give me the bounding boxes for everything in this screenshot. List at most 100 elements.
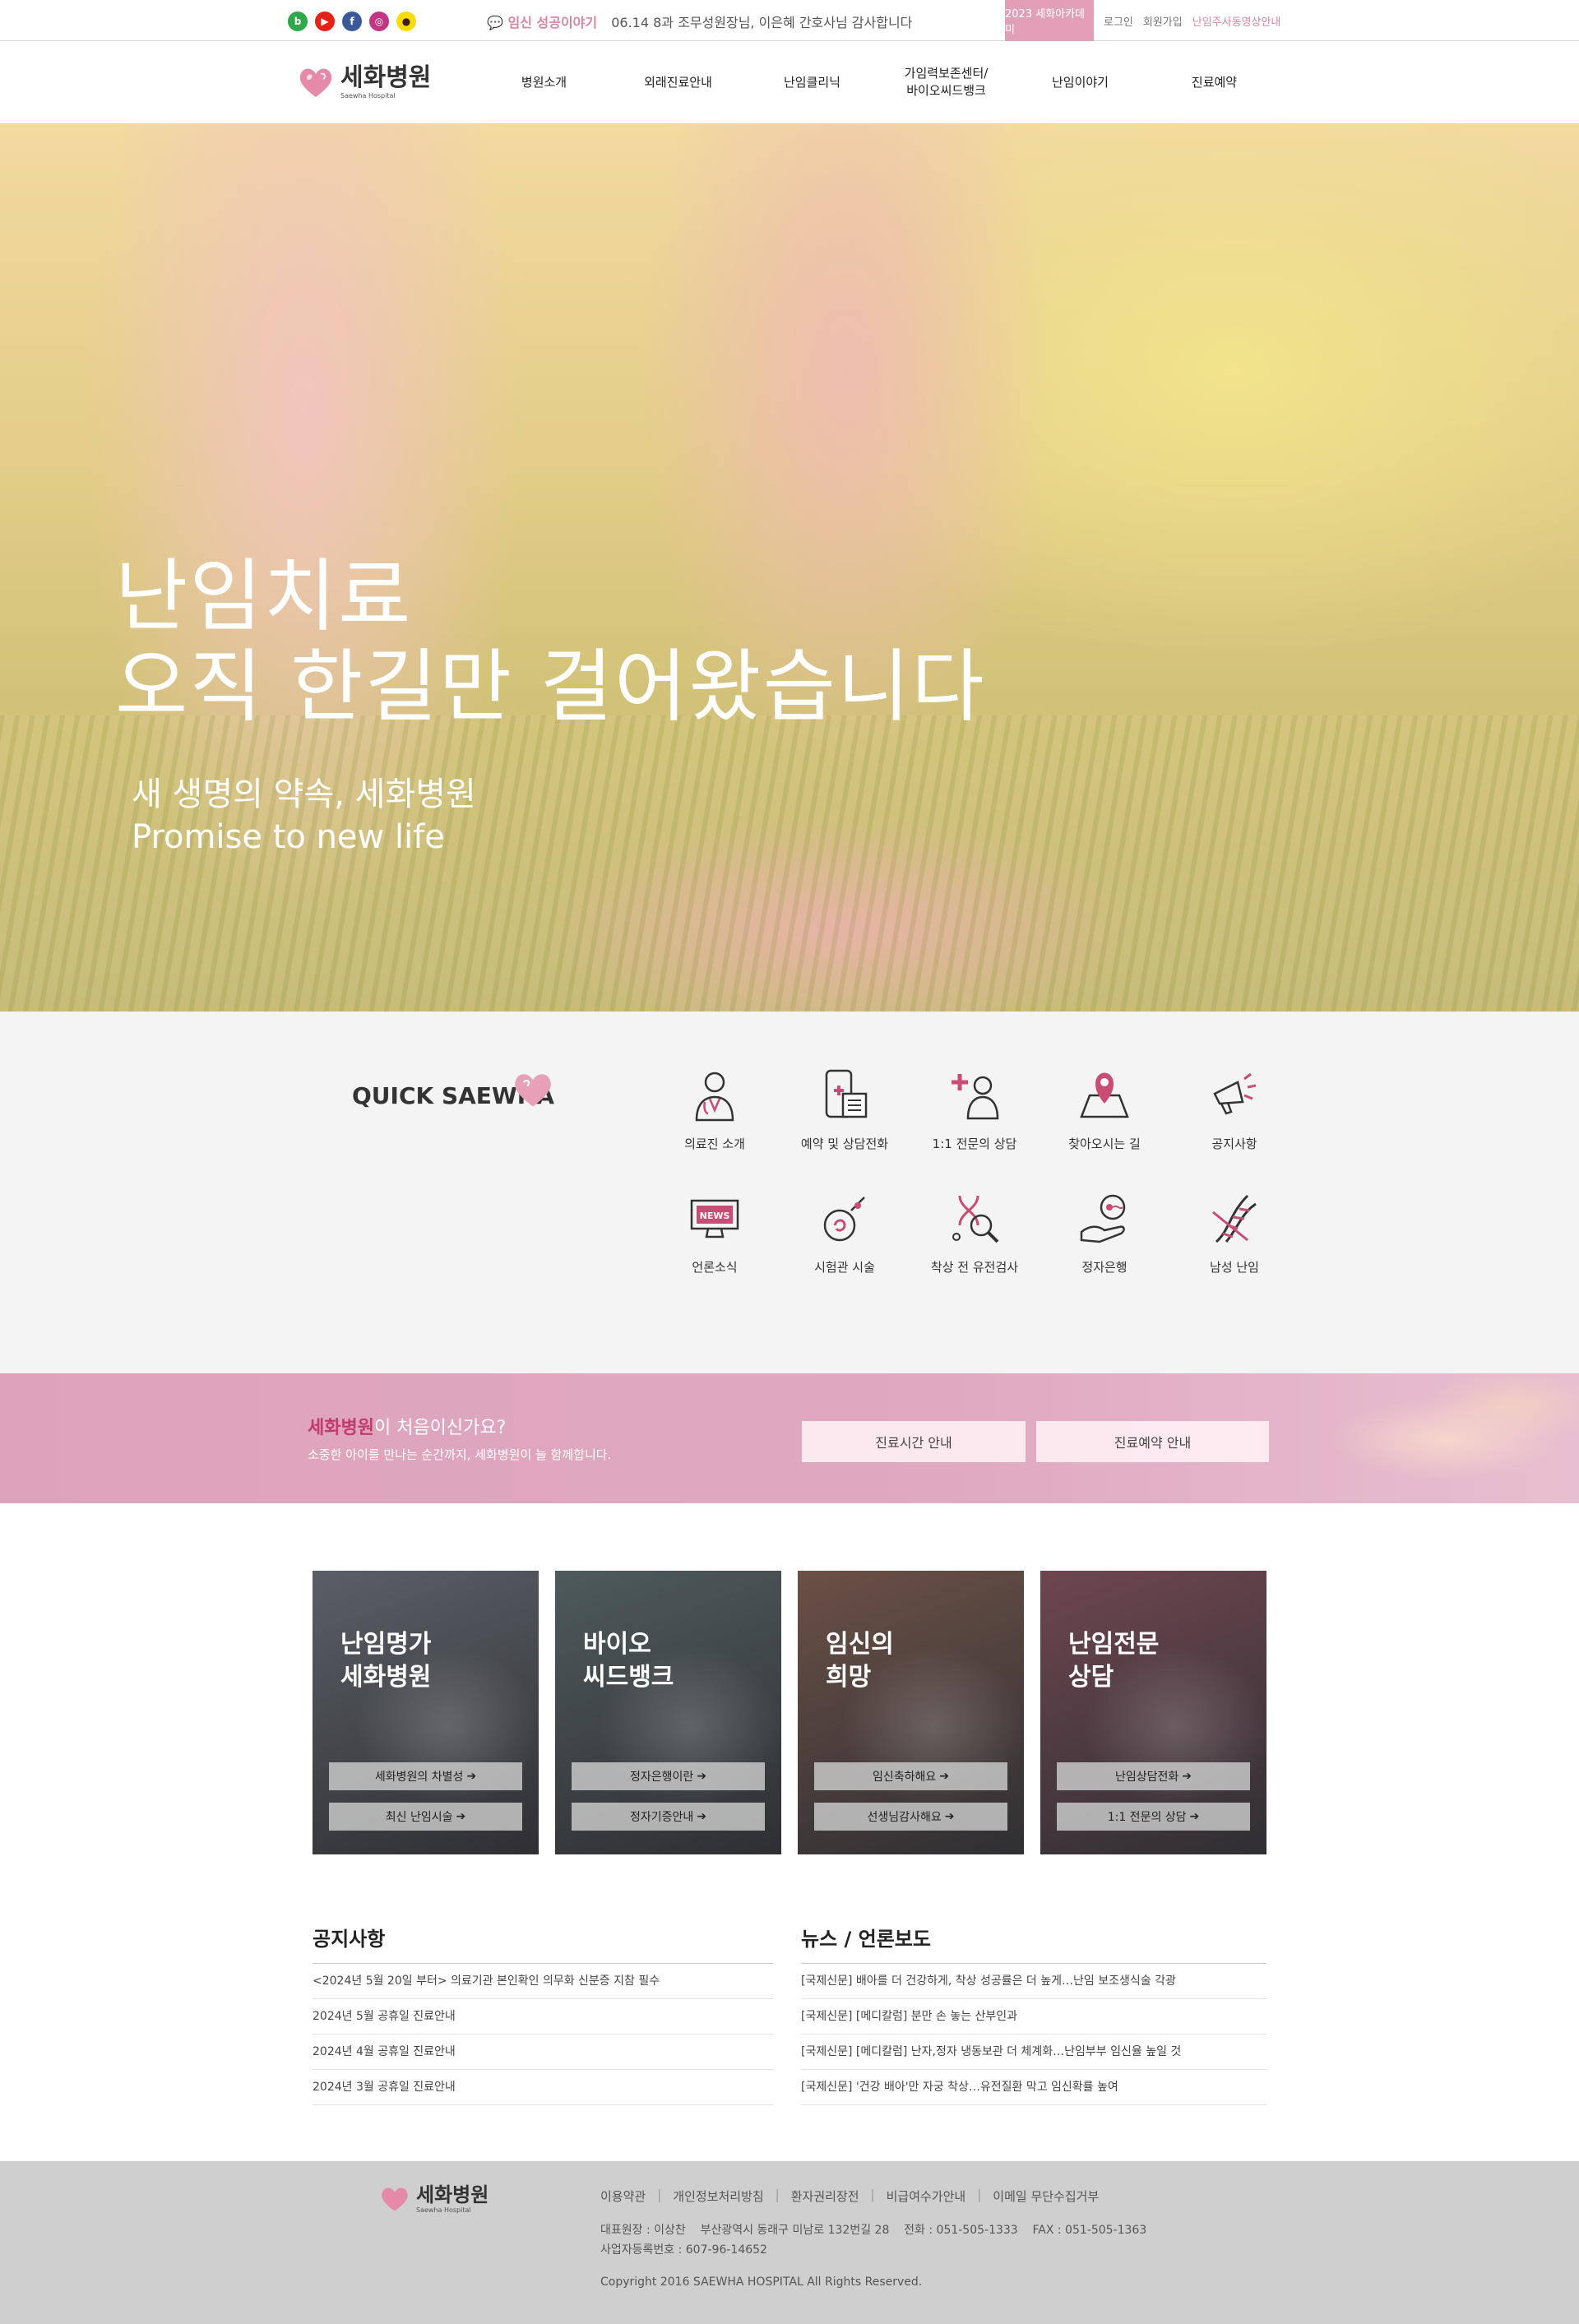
sns-links: b ▶ f ◎ ●	[288, 12, 416, 31]
feature-card-button-label: 선생님감사해요	[867, 1811, 942, 1824]
list-item[interactable]: [국제신문] [메디칼럼] 난자,정자 냉동보관 더 체계화…난임부부 임신율 …	[801, 2035, 1266, 2070]
youtube-icon[interactable]: ▶	[315, 12, 335, 31]
feature-card-title-2: 희망	[826, 1663, 872, 1692]
list-item[interactable]: <2024년 5월 20일 부터> 의료기관 본인확인 의무화 신분증 지참 필…	[313, 1964, 773, 1999]
arrow-right-icon: ➔	[456, 1810, 466, 1823]
feature-card-title-1: 난임명가	[340, 1630, 432, 1659]
academy-link[interactable]: 2023 세화아카데미	[1005, 0, 1094, 41]
feature-card-button[interactable]: 최신 난임시술 ➔	[329, 1803, 522, 1831]
feature-card-button[interactable]: 난임상담전화 ➔	[1057, 1762, 1250, 1790]
arrow-right-icon: ➔	[1182, 1770, 1192, 1783]
quick-item[interactable]: 찾아오시는 길	[1040, 1066, 1169, 1189]
main-nav: 세화병원 Saewha Hospital 병원소개 외래진료안내 난임클리닉 가…	[0, 41, 1579, 123]
footer-info-line-1: 대표원장 : 이상찬 부산광역시 동래구 미남로 132번길 28 전화 : 0…	[600, 2224, 1147, 2237]
quick-item[interactable]: NEWS 언론소식	[650, 1189, 780, 1312]
ticker-text[interactable]: 06.14 8과 조무성원장님, 이은혜 간호사님 감사합니다	[611, 15, 912, 30]
page: b ▶ f ◎ ● 💬 임신 성공이야기 06.14 8과 조무성원장님, 이은혜 간호…	[0, 0, 1579, 2324]
dna-icon	[1212, 1194, 1257, 1243]
feature-card[interactable]: 난임명가 세화병원 세화병원의 차별성 ➔ 최신 난임시술 ➔	[313, 1571, 539, 1854]
list-item[interactable]: [국제신문] '건강 배아'만 자궁 착상…유전질환 막고 임신확률 높여	[801, 2070, 1266, 2105]
menu-stories[interactable]: 난임이야기	[1013, 41, 1147, 123]
map-pin-icon	[1080, 1072, 1129, 1118]
footer-link[interactable]: 비급여수가안내	[887, 2187, 966, 2205]
menu-reservation[interactable]: 진료예약	[1147, 41, 1281, 123]
phone-calendar-icon	[825, 1069, 868, 1118]
quick-item[interactable]: 1:1 전문의 상담	[910, 1066, 1040, 1189]
quick-item[interactable]: 시험관 시술	[780, 1189, 910, 1312]
footer-link[interactable]: 개인정보처리방침	[673, 2187, 763, 2205]
clinic-hours-button[interactable]: 진료시간 안내	[802, 1421, 1026, 1462]
feature-card[interactable]: 난임전문 상담 난임상담전화 ➔ 1:1 전문의 상담 ➔	[1040, 1571, 1266, 1854]
ivf-icon	[823, 1197, 865, 1242]
feature-card[interactable]: 임신의 희망 임신축하해요 ➔ 선생님감사해요 ➔	[798, 1571, 1024, 1854]
quick-item[interactable]: 남성 난임	[1169, 1189, 1299, 1312]
quick-item[interactable]: 예약 및 상담전화	[780, 1066, 910, 1189]
quick-item[interactable]: 정자은행	[1040, 1189, 1169, 1312]
logo-text: 세화병원 Saewha Hospital	[340, 65, 431, 100]
list-item[interactable]: [국제신문] [메디칼럼] 분만 손 놓는 산부인과	[801, 1999, 1266, 2035]
quick-item-label: 찾아오시는 길	[1068, 1137, 1141, 1151]
footer-logo-korean: 세화병원	[416, 2183, 489, 2206]
feature-card-button[interactable]: 정자기증안내 ➔	[572, 1803, 765, 1831]
feature-card-title-2: 상담	[1068, 1663, 1114, 1692]
quick-item-label: 정자은행	[1081, 1260, 1128, 1275]
login-link[interactable]: 로그인	[1104, 13, 1133, 29]
heart-logo-icon	[299, 68, 332, 97]
success-story-ticker[interactable]: 💬 임신 성공이야기 06.14 8과 조무성원장님, 이은혜 간호사님 감사합…	[487, 12, 912, 31]
hero-sub-english: Promise to new life	[132, 818, 445, 856]
injection-video-link[interactable]: 난임주사동영상안내	[1192, 13, 1281, 29]
separator: |	[977, 2187, 982, 2202]
hero-headline: 난임치료 오직 한길만 걸어왔습니다	[115, 551, 986, 732]
feature-card-button[interactable]: 선생님감사해요 ➔	[814, 1803, 1007, 1831]
quick-item[interactable]: 착상 전 유전검사	[910, 1189, 1040, 1312]
feature-card-title: 바이오 씨드뱅크	[583, 1628, 674, 1694]
separator: |	[657, 2187, 662, 2202]
list-item[interactable]: 2024년 3월 공휴일 진료안내	[313, 2070, 773, 2105]
feature-card-title: 난임전문 상담	[1068, 1628, 1159, 1694]
feature-card-button[interactable]: 1:1 전문의 상담 ➔	[1057, 1803, 1250, 1831]
list-item[interactable]: 2024년 4월 공휴일 진료안내	[313, 2035, 773, 2070]
footer-links: 이용약관 | 개인정보처리방침 | 환자권리장전 | 비급여수가안내 | 이메일 무단수집거부	[600, 2187, 1099, 2205]
join-link[interactable]: 회원가입	[1143, 13, 1183, 29]
footer-link[interactable]: 이용약관	[600, 2187, 646, 2205]
blog-icon[interactable]: b	[288, 12, 308, 31]
separator: |	[870, 2187, 875, 2202]
feature-card-button[interactable]: 임신축하해요 ➔	[814, 1762, 1007, 1790]
copyright: Copyright 2016 SAEWHA HOSPITAL All Right…	[600, 2275, 923, 2289]
separator: |	[775, 2187, 780, 2202]
news-list: [국제신문] 배아를 더 건강하게, 착상 성공률은 더 높게…난임 보조생식술…	[801, 1964, 1266, 2105]
notice-title[interactable]: 공지사항	[313, 1923, 773, 1964]
feature-card-button[interactable]: 세화병원의 차별성 ➔	[329, 1762, 522, 1790]
footer-logo-english: Saewha Hospital	[416, 2206, 471, 2214]
hero-line-1: 난임치료	[115, 550, 413, 642]
feature-card-title: 난임명가 세화병원	[340, 1628, 431, 1694]
feature-card-button[interactable]: 정자은행이란 ➔	[572, 1762, 765, 1790]
list-item[interactable]: 2024년 5월 공휴일 진료안내	[313, 1999, 773, 2035]
menu-fertility-center[interactable]: 가임력보존센터/ 바이오씨드뱅크	[879, 41, 1013, 123]
list-item[interactable]: [국제신문] 배아를 더 건강하게, 착상 성공률은 더 높게…난임 보조생식술…	[801, 1964, 1266, 1999]
footer-link[interactable]: 환자권리장전	[791, 2187, 859, 2205]
kakao-icon[interactable]: ●	[396, 12, 416, 31]
arrow-right-icon: ➔	[697, 1810, 706, 1823]
quick-grid: 의료진 소개 예약 및 상담전화 1:1 전문의 상담 찾아오시는 길 공지사항 NEWS…	[650, 1066, 1299, 1312]
arrow-right-icon: ➔	[697, 1770, 706, 1783]
quick-item[interactable]: 의료진 소개	[650, 1066, 780, 1189]
facebook-icon[interactable]: f	[342, 12, 362, 31]
menu-outpatient[interactable]: 외래진료안내	[611, 41, 745, 123]
logo-english: Saewha Hospital	[340, 91, 396, 100]
top-bar: b ▶ f ◎ ● 💬 임신 성공이야기 06.14 8과 조무성원장님, 이은혜 간호…	[0, 0, 1579, 41]
reservation-guide-button[interactable]: 진료예약 안내	[1036, 1421, 1269, 1462]
feature-card-title-1: 임신의	[826, 1630, 894, 1659]
menu-about[interactable]: 병원소개	[477, 41, 611, 123]
feature-card[interactable]: 바이오 씨드뱅크 정자은행이란 ➔ 정자기증안내 ➔	[555, 1571, 781, 1854]
footer-link[interactable]: 이메일 무단수집거부	[993, 2187, 1099, 2205]
news-title[interactable]: 뉴스 / 언론보도	[801, 1923, 1266, 1964]
news-icon: NEWS	[690, 1199, 739, 1238]
news-board: 뉴스 / 언론보도 [국제신문] 배아를 더 건강하게, 착상 성공률은 더 높…	[801, 1923, 1266, 2105]
instagram-icon[interactable]: ◎	[369, 12, 389, 31]
menu-infertility-clinic[interactable]: 난임클리닉	[745, 41, 879, 123]
footer-heart-icon	[382, 2187, 408, 2211]
quick-item[interactable]: 공지사항	[1169, 1066, 1299, 1189]
feature-card-title-2: 씨드뱅크	[583, 1663, 674, 1692]
logo[interactable]: 세화병원 Saewha Hospital	[296, 64, 431, 100]
